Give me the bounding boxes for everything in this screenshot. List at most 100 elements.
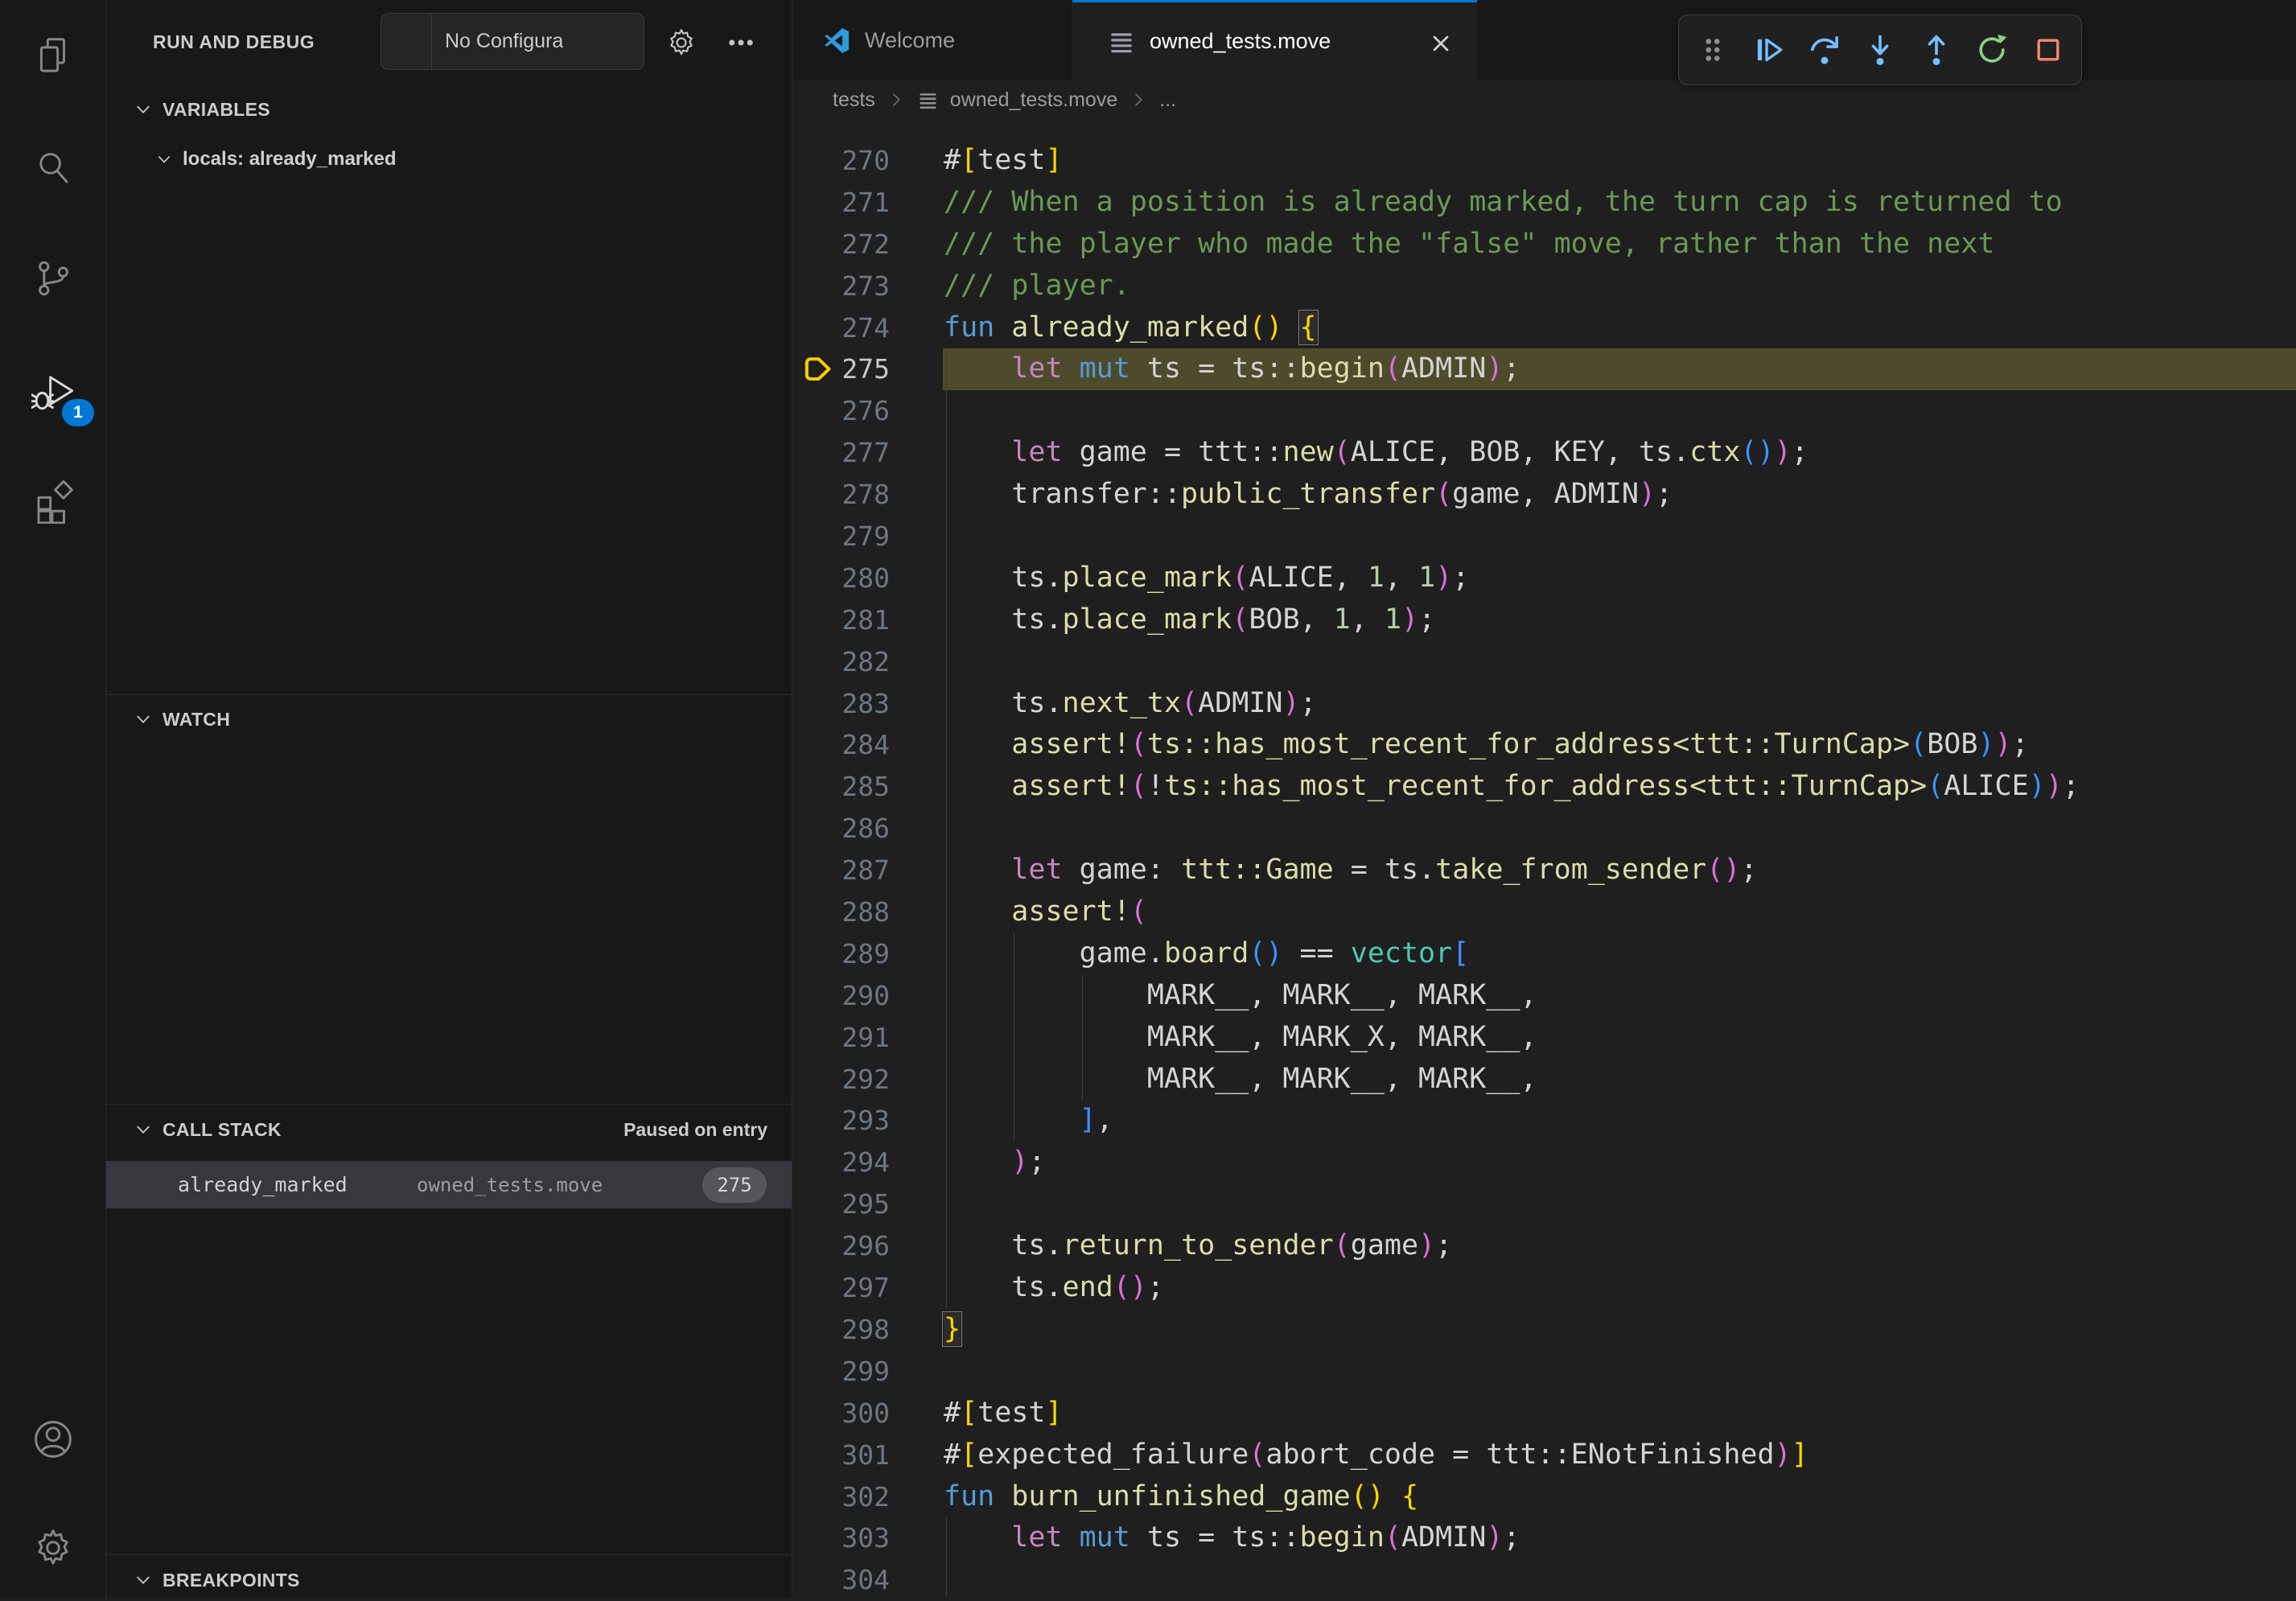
- code-line-276: 276: [792, 390, 2296, 432]
- editor-gutter[interactable]: 294: [792, 1142, 944, 1183]
- call-stack-frame-row[interactable]: already_marked owned_tests.move 275: [106, 1161, 792, 1208]
- editor-gutter[interactable]: 293: [792, 1100, 944, 1142]
- editor-gutter[interactable]: 303: [792, 1517, 944, 1559]
- debug-stop-button[interactable]: [2026, 27, 2071, 72]
- editor-gutter[interactable]: 274: [792, 307, 944, 349]
- line-number: 303: [841, 1517, 890, 1559]
- editor-gutter[interactable]: 272: [792, 224, 944, 265]
- editor-gutter[interactable]: 279: [792, 516, 944, 558]
- editor-gutter[interactable]: 299: [792, 1351, 944, 1393]
- code-line-297: 297 ts.end();: [792, 1267, 2296, 1309]
- editor-gutter[interactable]: 275: [792, 348, 944, 390]
- debug-continue-button[interactable]: [1746, 27, 1791, 72]
- breadcrumb-item[interactable]: ...: [1159, 88, 1176, 112]
- debug-step-over-icon: [1808, 33, 1841, 67]
- code-line-content: MARK__, MARK__, MARK__,: [944, 1059, 2296, 1101]
- code-area[interactable]: 270#[test]271/// When a position is alre…: [792, 119, 2296, 1598]
- editor-gutter[interactable]: 297: [792, 1267, 944, 1309]
- chevron-down-icon: [134, 1120, 153, 1139]
- editor-gutter[interactable]: 285: [792, 766, 944, 808]
- section-header-variables[interactable]: VARIABLES: [106, 88, 792, 130]
- configuration-label: No Configura: [445, 30, 563, 53]
- section-label: CALL STACK: [163, 1119, 282, 1141]
- activity-bar-item-search[interactable]: [0, 120, 105, 216]
- editor-gutter[interactable]: 282: [792, 641, 944, 683]
- code-line-281: 281 ts.place_mark(BOB, 1, 1);: [792, 599, 2296, 641]
- editor-gutter[interactable]: 298: [792, 1309, 944, 1351]
- tab-label: owned_tests.move: [1150, 29, 1331, 54]
- tab-welcome[interactable]: Welcome: [792, 0, 1072, 80]
- editor-gutter[interactable]: 270: [792, 140, 944, 182]
- code-line-content: #[test]: [944, 140, 2296, 182]
- code-text: MARK__, MARK__, MARK__,: [944, 1059, 1537, 1101]
- code-line-296: 296 ts.return_to_sender(game);: [792, 1225, 2296, 1267]
- code-line-content: fun already_marked() {: [944, 307, 2296, 349]
- editor-gutter[interactable]: 278: [792, 474, 944, 516]
- activity-bar-item-extensions[interactable]: [0, 454, 105, 550]
- editor-gutter[interactable]: 295: [792, 1183, 944, 1225]
- editor-gutter[interactable]: 271: [792, 182, 944, 224]
- section-header-breakpoints[interactable]: BREAKPOINTS: [106, 1559, 792, 1601]
- activity-bar-item-explorer[interactable]: [0, 7, 105, 104]
- editor-gutter[interactable]: 281: [792, 599, 944, 641]
- line-number: 291: [841, 1017, 890, 1059]
- launch-configuration-dropdown[interactable]: No Configura: [381, 13, 644, 70]
- breadcrumb-item[interactable]: tests: [833, 88, 875, 112]
- code-line-286: 286: [792, 808, 2296, 850]
- close-icon[interactable]: [1427, 30, 1451, 54]
- activity-bar-item-accounts[interactable]: [0, 1391, 105, 1488]
- editor-gutter[interactable]: 276: [792, 390, 944, 432]
- line-number: 275: [841, 348, 890, 390]
- editor-gutter[interactable]: 277: [792, 432, 944, 474]
- breadcrumb: tests owned_tests.move...: [792, 80, 2296, 119]
- editor-gutter[interactable]: 280: [792, 558, 944, 599]
- code-line-content: [944, 808, 2296, 850]
- variables-scope-row[interactable]: locals: already_marked: [106, 138, 792, 180]
- debug-drag-handle-button[interactable]: [1690, 27, 1735, 72]
- code-text: MARK__, MARK_X, MARK__,: [944, 1017, 1537, 1059]
- code-line-content: ],: [944, 1100, 2296, 1142]
- editor-gutter[interactable]: 301: [792, 1434, 944, 1476]
- account-icon: [31, 1418, 75, 1461]
- code-line-content: let game: ttt::Game = ts.take_from_sende…: [944, 850, 2296, 891]
- editor-gutter[interactable]: 290: [792, 975, 944, 1017]
- activity-bar-item-source-control[interactable]: [0, 230, 105, 327]
- editor-gutter[interactable]: 287: [792, 850, 944, 891]
- editor-gutter[interactable]: 273: [792, 265, 944, 307]
- editor-gutter[interactable]: 283: [792, 683, 944, 725]
- debug-step-into-button[interactable]: [1858, 27, 1903, 72]
- editor-gutter[interactable]: 292: [792, 1059, 944, 1101]
- activity-bar-item-run-and-debug[interactable]: 1: [0, 344, 105, 441]
- code-line-content: ts.return_to_sender(game);: [944, 1225, 2296, 1267]
- editor-group: Welcome owned_tests.move tests owned_tests…: [792, 0, 2296, 1598]
- debug-current-line-marker-icon: [802, 355, 834, 384]
- editor-gutter[interactable]: 291: [792, 1017, 944, 1059]
- debug-settings-button[interactable]: [663, 24, 700, 61]
- chevron-right-icon: [887, 90, 906, 109]
- section-header-watch[interactable]: WATCH: [106, 698, 792, 740]
- editor-gutter[interactable]: 296: [792, 1225, 944, 1267]
- editor-gutter[interactable]: 300: [792, 1393, 944, 1434]
- editor-gutter[interactable]: 284: [792, 724, 944, 766]
- code-line-284: 284 assert!(ts::has_most_recent_for_addr…: [792, 724, 2296, 766]
- code-line-298: 298}: [792, 1309, 2296, 1351]
- editor-gutter[interactable]: 289: [792, 933, 944, 975]
- code-line-content: transfer::public_transfer(game, ADMIN);: [944, 474, 2296, 516]
- code-text: let game: ttt::Game = ts.take_from_sende…: [944, 850, 1758, 891]
- breadcrumb-item[interactable]: owned_tests.move: [950, 88, 1117, 112]
- debug-step-out-button[interactable]: [1914, 27, 1959, 72]
- debug-step-over-button[interactable]: [1802, 27, 1847, 72]
- line-number: 283: [841, 683, 890, 725]
- start-debugging-icon[interactable]: [393, 26, 425, 58]
- activity-bar-item-settings[interactable]: [0, 1500, 105, 1596]
- code-line-270: 270#[test]: [792, 140, 2296, 182]
- debug-step-out-icon: [1920, 33, 1953, 67]
- editor-gutter[interactable]: 288: [792, 891, 944, 933]
- editor-gutter[interactable]: 286: [792, 808, 944, 850]
- editor-gutter[interactable]: 304: [792, 1559, 944, 1598]
- views-more-actions-button[interactable]: [722, 24, 759, 61]
- debug-restart-button[interactable]: [1969, 27, 2014, 72]
- debug-continue-icon: [1751, 33, 1785, 67]
- editor-gutter[interactable]: 302: [792, 1476, 944, 1518]
- tab-owned-tests-move[interactable]: owned_tests.move: [1072, 0, 1477, 80]
